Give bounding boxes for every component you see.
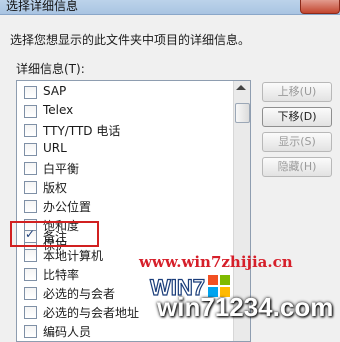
checkbox[interactable] xyxy=(24,325,37,338)
checkbox[interactable] xyxy=(24,200,37,213)
list-item[interactable]: URL xyxy=(17,140,233,159)
list-item-label: TTY/TTD 电话 xyxy=(43,124,121,138)
list-item-label: 本地计算机 xyxy=(43,249,104,263)
list-item-label: 编码人员 xyxy=(43,325,92,339)
move-up-button[interactable]: 上移(U) xyxy=(262,82,332,102)
checkbox[interactable] xyxy=(24,306,37,319)
close-button[interactable] xyxy=(300,0,340,14)
checkbox[interactable] xyxy=(24,181,37,194)
intro-text: 选择您想显示的此文件夹中项目的详细信息。 xyxy=(10,33,251,47)
checkbox[interactable] xyxy=(24,287,37,300)
list-item-label: 办公位置 xyxy=(43,200,92,214)
list-item[interactable]: Telex xyxy=(17,102,233,121)
list-item[interactable]: 白平衡 xyxy=(17,159,233,178)
list-item-label: SAP xyxy=(43,84,67,98)
list-item[interactable]: TTY/TTD 电话 xyxy=(17,121,233,140)
window-title: 选择详细信息 xyxy=(6,0,79,13)
checkbox[interactable] xyxy=(24,86,37,99)
scroll-thumb[interactable] xyxy=(235,103,250,123)
details-label: 详细信息(T): xyxy=(16,62,85,76)
checkbox-checked[interactable]: ✓ xyxy=(24,227,37,243)
list-item-label: 备注 xyxy=(43,230,68,244)
list-item-label: Telex xyxy=(43,103,74,117)
checkbox[interactable] xyxy=(24,268,37,281)
watermark-site2: win71234.com xyxy=(157,292,334,322)
title-bar: 选择详细信息 xyxy=(0,0,340,15)
list-item-label: 版权 xyxy=(43,181,68,195)
list-item[interactable]: 办公位置 xyxy=(17,197,233,216)
list-item-label: URL xyxy=(43,141,67,155)
show-button[interactable]: 显示(S) xyxy=(262,132,332,152)
watermark-site1: www.win7zhijia.cn xyxy=(139,253,293,271)
list-item[interactable]: SAP xyxy=(17,83,233,102)
list-item[interactable]: ✓ 备注 xyxy=(17,227,233,246)
check-icon: ✓ xyxy=(25,227,36,241)
scroll-up-arrow-icon[interactable] xyxy=(236,85,246,90)
checkbox[interactable] xyxy=(24,105,37,118)
list-item[interactable]: 版权 xyxy=(17,178,233,197)
list-item-label: 比特率 xyxy=(43,268,80,282)
checkbox[interactable] xyxy=(24,143,37,156)
checkbox[interactable] xyxy=(24,124,37,137)
checkbox[interactable] xyxy=(24,249,37,262)
hide-button[interactable]: 隐藏(H) xyxy=(262,157,332,177)
list-item-label: 必选的与会者 xyxy=(43,287,116,301)
list-item-label: 白平衡 xyxy=(43,162,80,176)
list-item[interactable]: 编码人员 xyxy=(17,322,233,341)
list-item-label: 必选的与会者地址 xyxy=(43,306,140,320)
checkbox[interactable] xyxy=(24,162,37,175)
move-down-button[interactable]: 下移(D) xyxy=(262,107,332,127)
